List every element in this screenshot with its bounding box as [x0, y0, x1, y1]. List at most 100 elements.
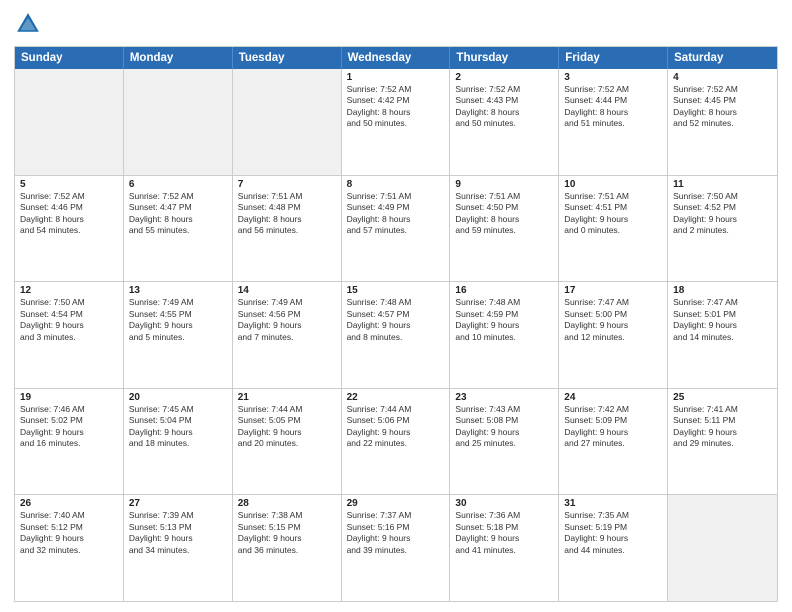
calendar-week-1: 1Sunrise: 7:52 AMSunset: 4:42 PMDaylight… [15, 69, 777, 176]
cell-line: and 52 minutes. [673, 118, 772, 129]
day-number: 27 [129, 498, 227, 509]
logo [14, 10, 46, 38]
cell-line: Sunset: 4:48 PM [238, 202, 336, 213]
day-number: 20 [129, 392, 227, 403]
cell-line: Sunset: 4:45 PM [673, 95, 772, 106]
cell-line: and 25 minutes. [455, 438, 553, 449]
day-number: 13 [129, 285, 227, 296]
calendar-cell: 23Sunrise: 7:43 AMSunset: 5:08 PMDayligh… [450, 389, 559, 495]
cell-line: Sunset: 4:59 PM [455, 309, 553, 320]
cell-line: Sunset: 5:01 PM [673, 309, 772, 320]
cell-line: Sunset: 5:13 PM [129, 522, 227, 533]
cell-line: Daylight: 9 hours [564, 533, 662, 544]
calendar-cell: 7Sunrise: 7:51 AMSunset: 4:48 PMDaylight… [233, 176, 342, 282]
cell-line: Daylight: 9 hours [129, 320, 227, 331]
cell-line: Daylight: 9 hours [564, 214, 662, 225]
cell-line: Sunrise: 7:44 AM [238, 404, 336, 415]
day-number: 1 [347, 72, 445, 83]
header-cell-monday: Monday [124, 47, 233, 69]
cell-line: Sunset: 4:50 PM [455, 202, 553, 213]
cell-line: Sunset: 4:43 PM [455, 95, 553, 106]
calendar-cell [668, 495, 777, 601]
cell-line: Sunrise: 7:47 AM [564, 297, 662, 308]
calendar-cell: 3Sunrise: 7:52 AMSunset: 4:44 PMDaylight… [559, 69, 668, 175]
calendar-cell: 9Sunrise: 7:51 AMSunset: 4:50 PMDaylight… [450, 176, 559, 282]
calendar-cell: 16Sunrise: 7:48 AMSunset: 4:59 PMDayligh… [450, 282, 559, 388]
cell-line: and 5 minutes. [129, 332, 227, 343]
cell-line: and 32 minutes. [20, 545, 118, 556]
cell-line: Sunset: 4:49 PM [347, 202, 445, 213]
cell-line: and 56 minutes. [238, 225, 336, 236]
header-cell-sunday: Sunday [15, 47, 124, 69]
cell-line: and 34 minutes. [129, 545, 227, 556]
cell-line: Sunrise: 7:46 AM [20, 404, 118, 415]
day-number: 3 [564, 72, 662, 83]
cell-line: Sunrise: 7:39 AM [129, 510, 227, 521]
day-number: 29 [347, 498, 445, 509]
cell-line: Daylight: 9 hours [347, 320, 445, 331]
cell-line: Sunrise: 7:52 AM [564, 84, 662, 95]
cell-line: and 54 minutes. [20, 225, 118, 236]
cell-line: and 2 minutes. [673, 225, 772, 236]
cell-line: and 55 minutes. [129, 225, 227, 236]
cell-line: Sunrise: 7:40 AM [20, 510, 118, 521]
day-number: 10 [564, 179, 662, 190]
day-number: 12 [20, 285, 118, 296]
cell-line: Daylight: 8 hours [455, 107, 553, 118]
calendar-cell: 18Sunrise: 7:47 AMSunset: 5:01 PMDayligh… [668, 282, 777, 388]
cell-line: Daylight: 9 hours [129, 427, 227, 438]
day-number: 8 [347, 179, 445, 190]
calendar-cell: 5Sunrise: 7:52 AMSunset: 4:46 PMDaylight… [15, 176, 124, 282]
cell-line: Daylight: 9 hours [238, 533, 336, 544]
calendar-cell: 2Sunrise: 7:52 AMSunset: 4:43 PMDaylight… [450, 69, 559, 175]
calendar-cell: 4Sunrise: 7:52 AMSunset: 4:45 PMDaylight… [668, 69, 777, 175]
calendar-cell: 6Sunrise: 7:52 AMSunset: 4:47 PMDaylight… [124, 176, 233, 282]
cell-line: Sunrise: 7:38 AM [238, 510, 336, 521]
cell-line: Sunset: 5:16 PM [347, 522, 445, 533]
cell-line: Daylight: 9 hours [455, 320, 553, 331]
cell-line: Sunrise: 7:41 AM [673, 404, 772, 415]
cell-line: Sunset: 5:00 PM [564, 309, 662, 320]
cell-line: Daylight: 8 hours [129, 214, 227, 225]
cell-line: and 12 minutes. [564, 332, 662, 343]
calendar-week-5: 26Sunrise: 7:40 AMSunset: 5:12 PMDayligh… [15, 495, 777, 601]
calendar-cell: 12Sunrise: 7:50 AMSunset: 4:54 PMDayligh… [15, 282, 124, 388]
cell-line: and 20 minutes. [238, 438, 336, 449]
cell-line: Sunset: 4:44 PM [564, 95, 662, 106]
page: SundayMondayTuesdayWednesdayThursdayFrid… [0, 0, 792, 612]
cell-line: and 57 minutes. [347, 225, 445, 236]
calendar-cell: 15Sunrise: 7:48 AMSunset: 4:57 PMDayligh… [342, 282, 451, 388]
cell-line: Sunset: 5:12 PM [20, 522, 118, 533]
cell-line: and 22 minutes. [347, 438, 445, 449]
cell-line: Sunset: 4:52 PM [673, 202, 772, 213]
day-number: 7 [238, 179, 336, 190]
day-number: 17 [564, 285, 662, 296]
day-number: 11 [673, 179, 772, 190]
cell-line: Sunset: 4:46 PM [20, 202, 118, 213]
cell-line: and 36 minutes. [238, 545, 336, 556]
cell-line: Sunrise: 7:50 AM [20, 297, 118, 308]
cell-line: and 50 minutes. [347, 118, 445, 129]
cell-line: and 7 minutes. [238, 332, 336, 343]
cell-line: and 29 minutes. [673, 438, 772, 449]
cell-line: Daylight: 8 hours [564, 107, 662, 118]
cell-line: Daylight: 9 hours [673, 427, 772, 438]
day-number: 16 [455, 285, 553, 296]
calendar-cell: 11Sunrise: 7:50 AMSunset: 4:52 PMDayligh… [668, 176, 777, 282]
cell-line: and 0 minutes. [564, 225, 662, 236]
cell-line: Daylight: 9 hours [564, 427, 662, 438]
cell-line: Daylight: 9 hours [20, 533, 118, 544]
cell-line: Daylight: 9 hours [20, 427, 118, 438]
cell-line: Sunset: 4:47 PM [129, 202, 227, 213]
cell-line: Daylight: 9 hours [455, 533, 553, 544]
day-number: 21 [238, 392, 336, 403]
cell-line: Sunrise: 7:42 AM [564, 404, 662, 415]
cell-line: and 14 minutes. [673, 332, 772, 343]
cell-line: Daylight: 9 hours [347, 533, 445, 544]
cell-line: Sunrise: 7:51 AM [455, 191, 553, 202]
cell-line: Sunset: 4:51 PM [564, 202, 662, 213]
day-number: 18 [673, 285, 772, 296]
cell-line: Daylight: 9 hours [129, 533, 227, 544]
cell-line: and 16 minutes. [20, 438, 118, 449]
calendar-cell: 27Sunrise: 7:39 AMSunset: 5:13 PMDayligh… [124, 495, 233, 601]
